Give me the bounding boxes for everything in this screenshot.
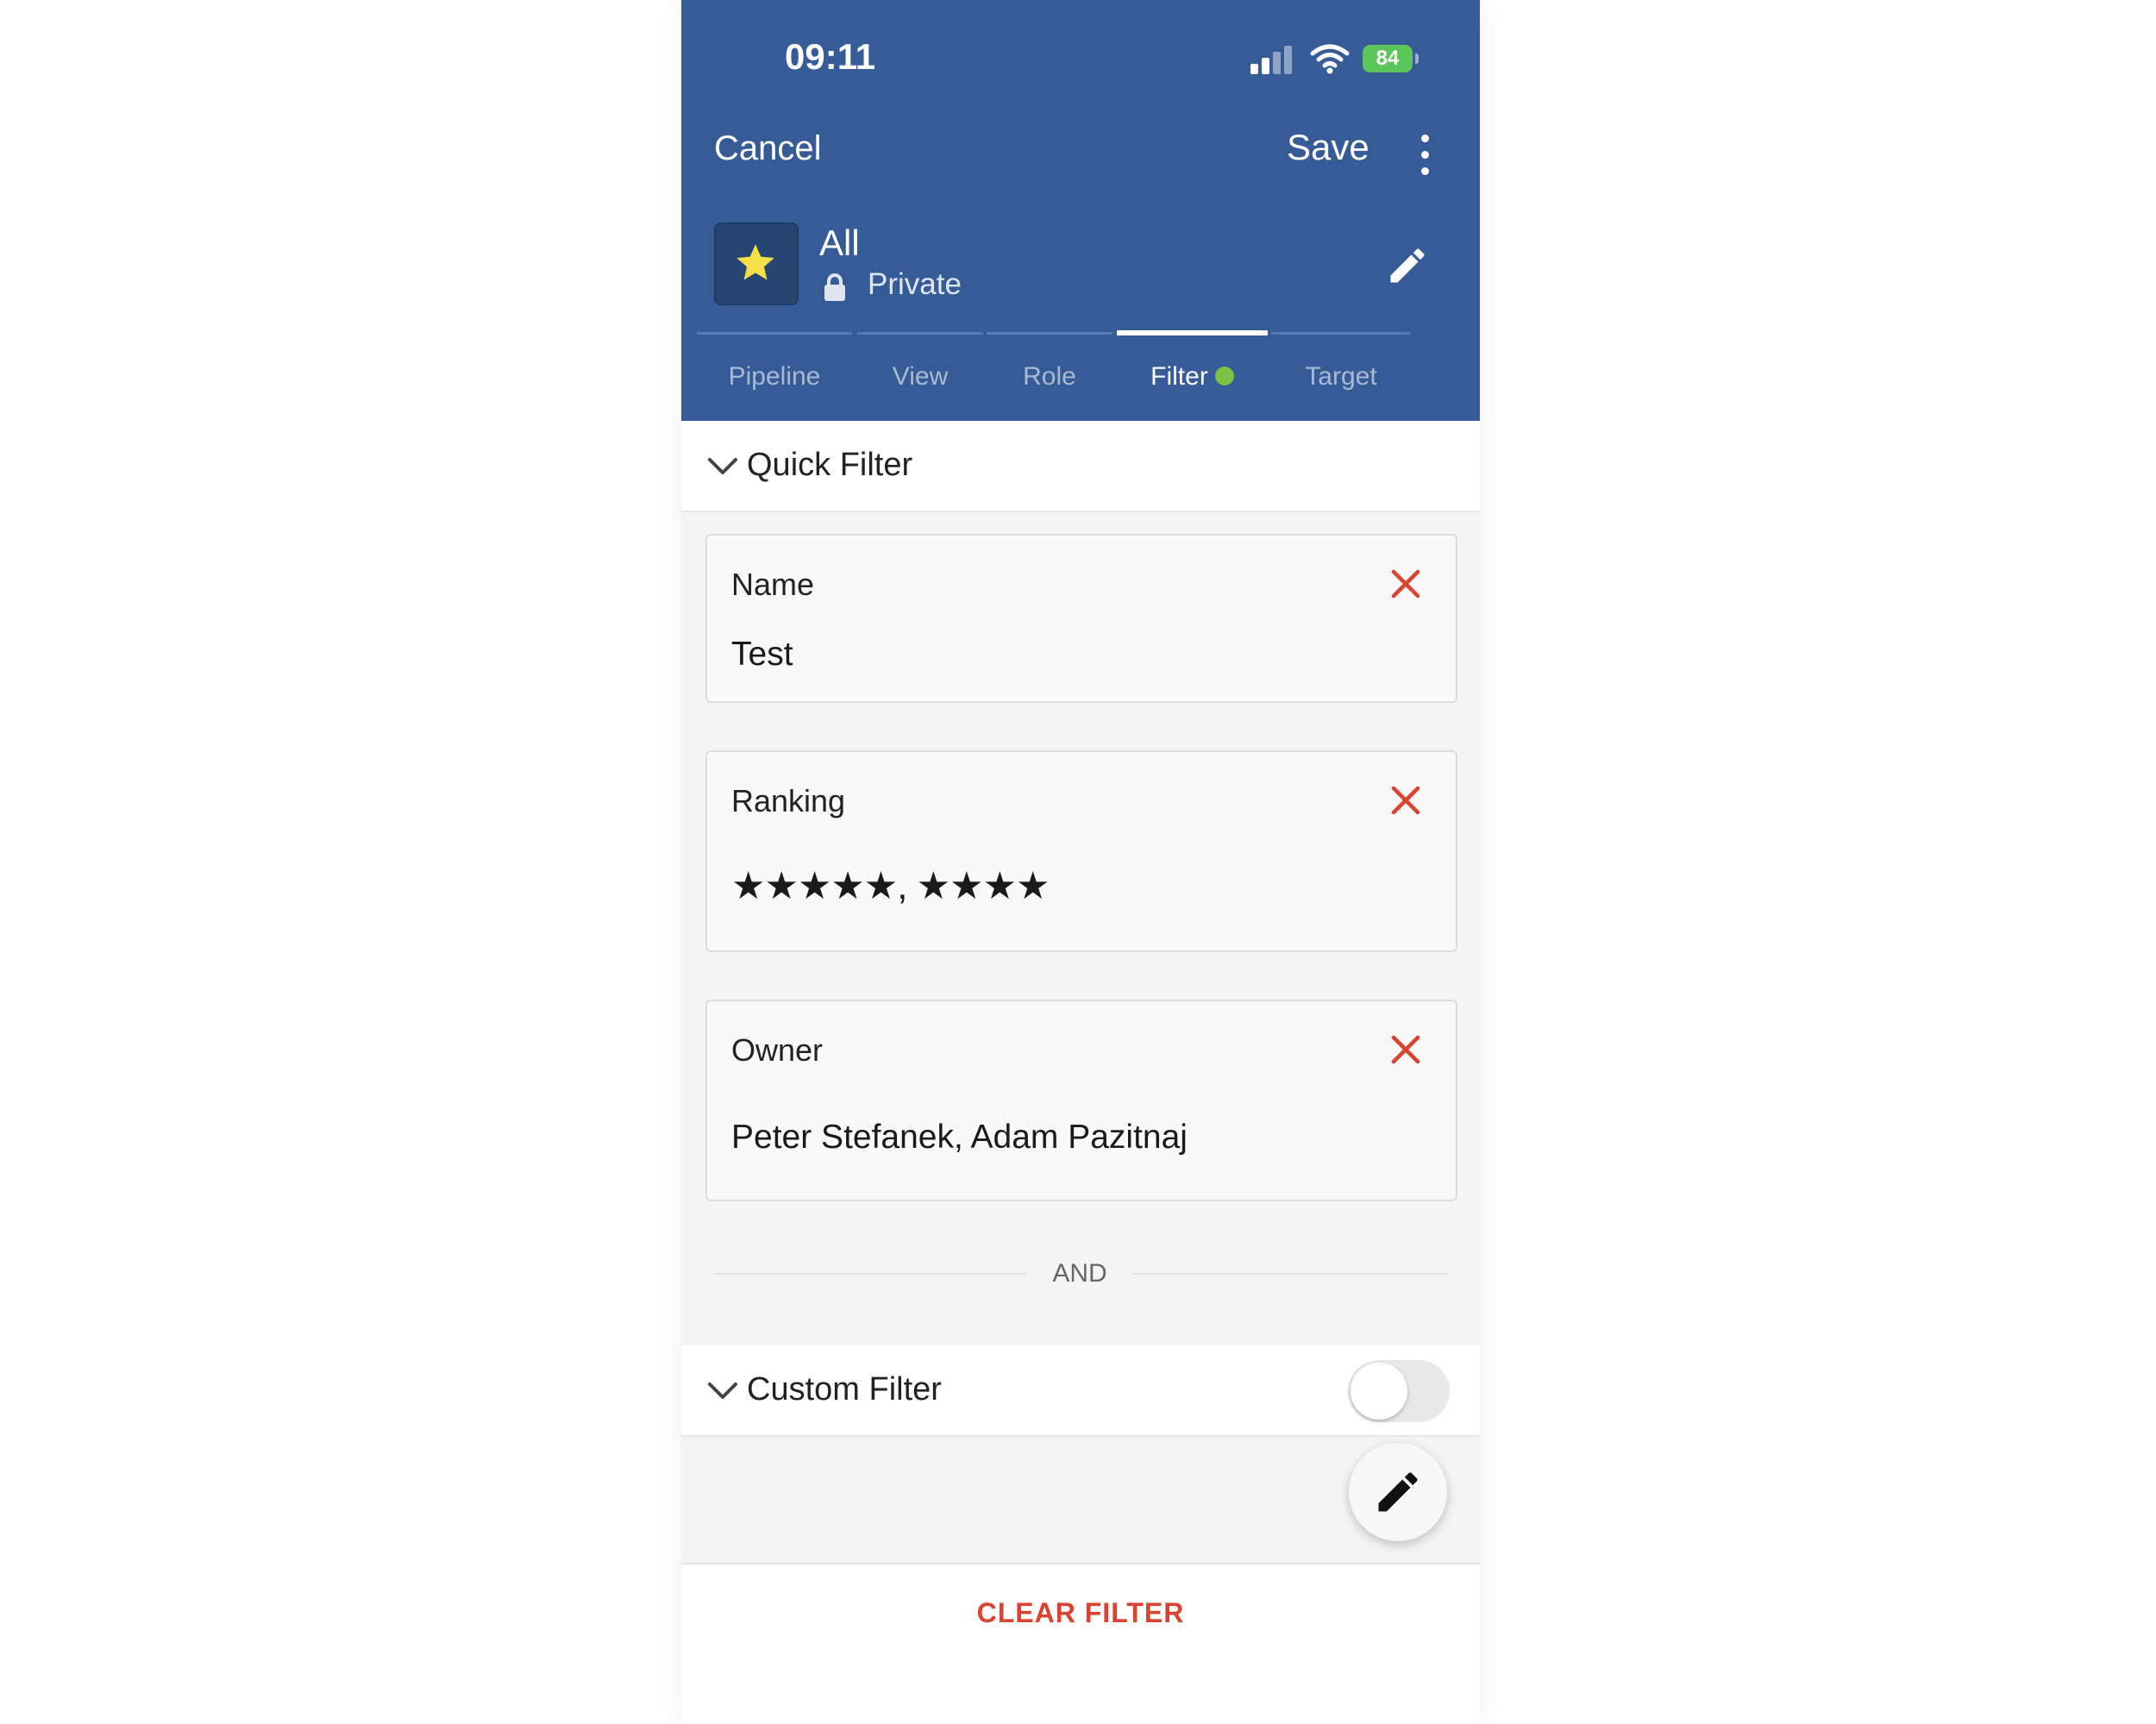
- more-vertical-icon[interactable]: [1418, 135, 1432, 176]
- privacy-label: Private: [868, 267, 962, 301]
- tab-role[interactable]: Role: [987, 362, 1112, 392]
- chevron-down-icon: [708, 458, 737, 474]
- custom-filter-toggle[interactable]: [1348, 1360, 1450, 1422]
- tab-divider: [857, 332, 983, 335]
- tab-filter[interactable]: Filter: [1117, 362, 1268, 392]
- toggle-knob: [1351, 1363, 1407, 1420]
- filter-value: Peter Stefanek, Adam Pazitnaj: [731, 1119, 1188, 1156]
- filter-label: Ranking: [731, 783, 846, 818]
- status-time: 09:11: [785, 36, 876, 77]
- star-icon: [736, 244, 774, 280]
- battery-tip: [1415, 53, 1419, 64]
- close-icon[interactable]: [1388, 1032, 1423, 1067]
- pencil-icon: [1378, 1472, 1418, 1512]
- tab-pipeline[interactable]: Pipeline: [697, 362, 852, 392]
- filter-label: Name: [731, 567, 815, 602]
- wifi-icon: [1310, 44, 1350, 74]
- close-icon[interactable]: [1388, 567, 1423, 601]
- filter-label: Owner: [731, 1032, 824, 1068]
- app-screen: 09:11 84 Cancel Save All Private Pipelin…: [681, 0, 1480, 1724]
- favorite-button[interactable]: [714, 223, 799, 305]
- filter-card-ranking[interactable]: Ranking ★★★★★, ★★★★: [705, 750, 1457, 952]
- filter-card-name[interactable]: Name Test: [705, 534, 1457, 703]
- lock-icon: [824, 273, 845, 301]
- tab-filter-label: Filter: [1150, 362, 1208, 391]
- tab-active-indicator: [1117, 330, 1268, 335]
- quick-filter-header[interactable]: Quick Filter: [681, 421, 1480, 512]
- edit-custom-filter-button[interactable]: [1349, 1443, 1447, 1541]
- divider-line: [714, 1273, 1026, 1275]
- filter-value: ★★★★★, ★★★★: [731, 865, 1050, 907]
- pencil-icon[interactable]: [1385, 243, 1430, 288]
- battery-icon: 84: [1363, 45, 1413, 72]
- tab-divider: [697, 332, 852, 335]
- clear-filter-button[interactable]: CLEAR FILTER: [681, 1597, 1480, 1629]
- operator-label: AND: [1052, 1259, 1107, 1288]
- quick-filter-title: Quick Filter: [747, 447, 913, 483]
- header: 09:11 84 Cancel Save All Private Pipelin…: [681, 0, 1480, 421]
- filter-value: Test: [731, 636, 793, 673]
- save-button[interactable]: Save: [1287, 127, 1369, 168]
- cancel-button[interactable]: Cancel: [714, 129, 822, 168]
- tab-divider: [987, 332, 1112, 335]
- close-icon[interactable]: [1388, 783, 1423, 818]
- footer: CLEAR FILTER: [681, 1563, 1480, 1724]
- chevron-down-icon: [708, 1382, 737, 1399]
- active-filter-dot: [1214, 367, 1234, 386]
- list-title: All: [819, 223, 860, 263]
- tab-divider: [1271, 332, 1411, 335]
- signal-icon: [1250, 43, 1295, 74]
- tab-view[interactable]: View: [857, 362, 983, 392]
- custom-filter-title: Custom Filter: [747, 1371, 942, 1407]
- filter-card-owner[interactable]: Owner Peter Stefanek, Adam Pazitnaj: [705, 1000, 1457, 1201]
- tab-target[interactable]: Target: [1271, 362, 1411, 392]
- divider-line: [1133, 1273, 1447, 1275]
